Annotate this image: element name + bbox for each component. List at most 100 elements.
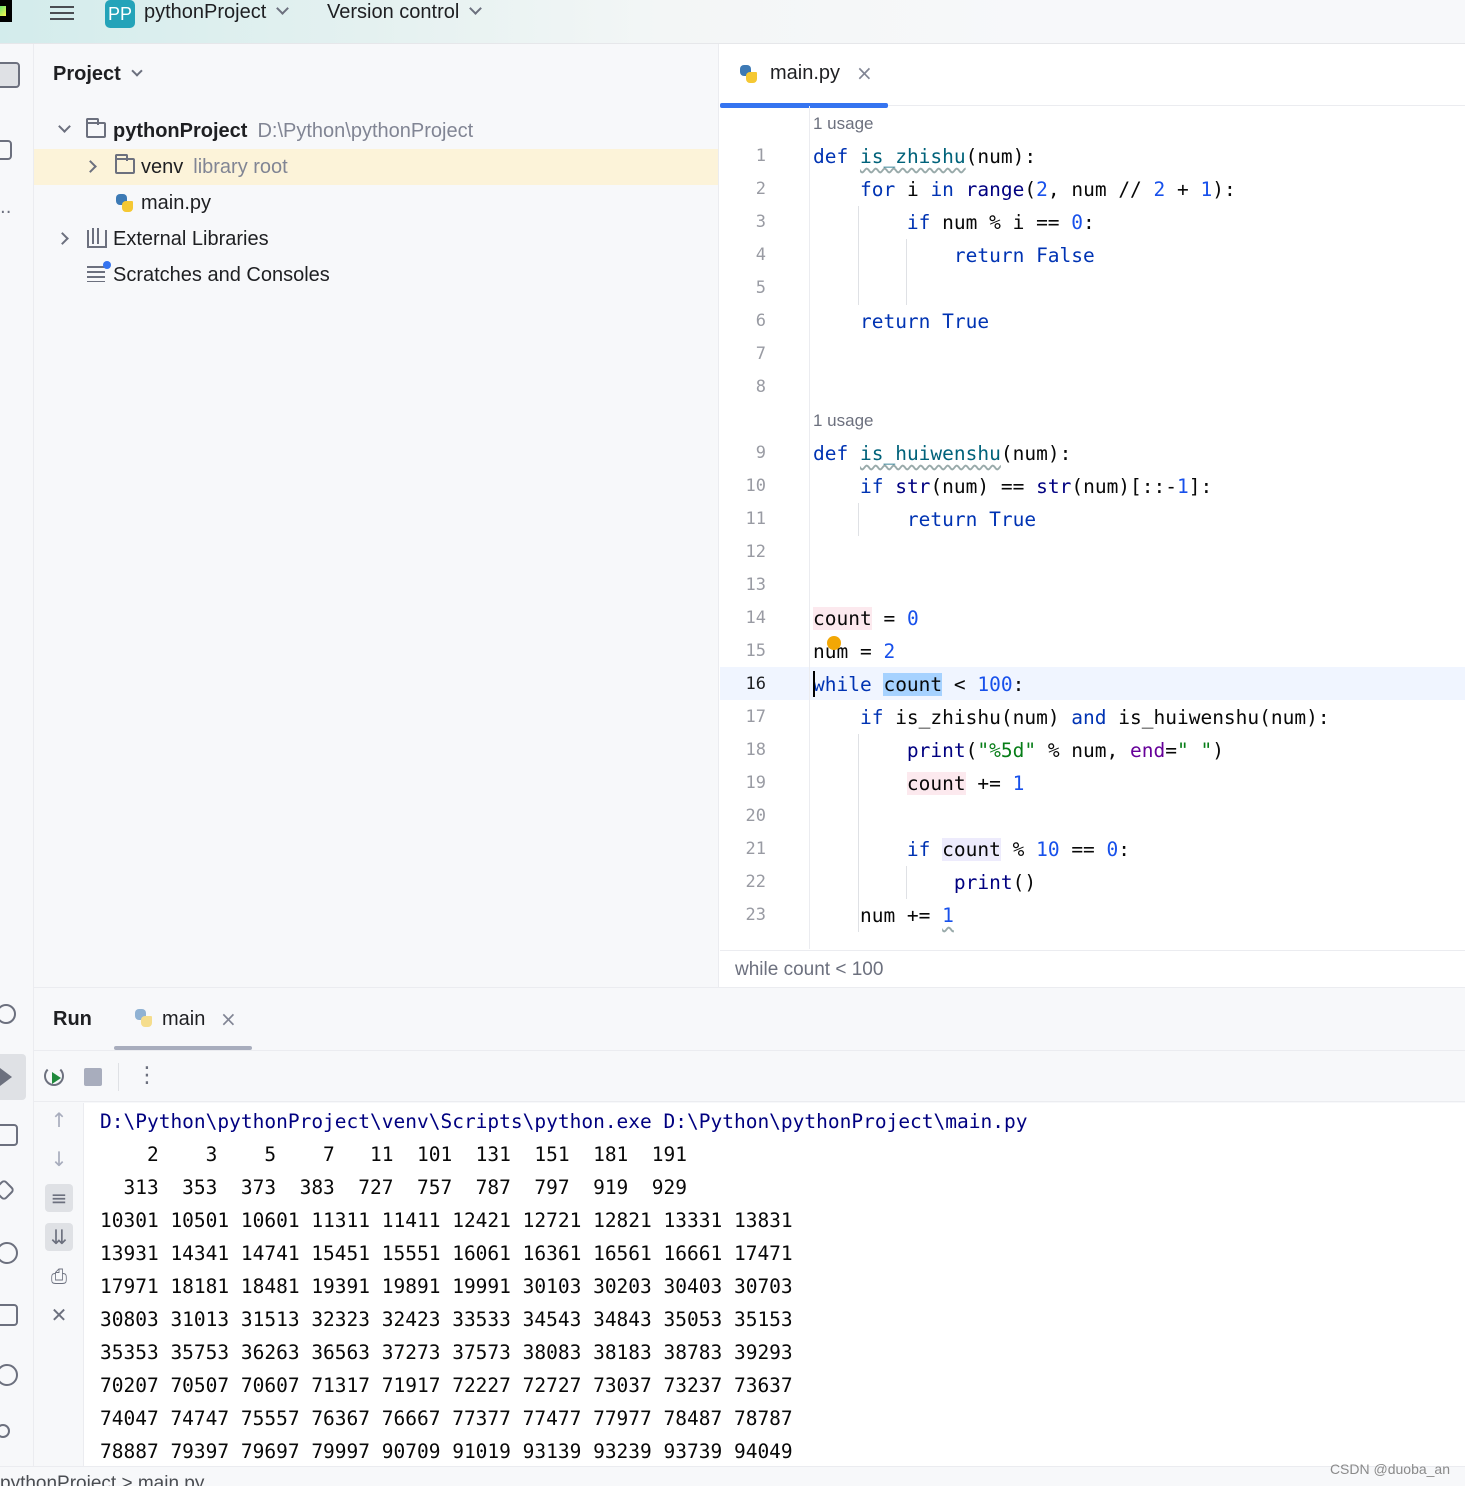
- chevron-down-icon: [131, 65, 143, 77]
- run-tool-window: Run main × ⋮ ↑ ↓ ≡ ⇊ ⎙ ✕ D:\Python\pytho…: [34, 987, 1465, 1467]
- watermark: CSDN @duoba_an: [1329, 1461, 1450, 1477]
- chevron-down-icon: [276, 2, 290, 15]
- breadcrumb-item[interactable]: while count < 100: [735, 959, 883, 981]
- line-number: 12: [745, 542, 766, 562]
- more-tools-icon[interactable]: ··: [0, 202, 11, 223]
- vcs-label: Version control: [327, 1, 460, 23]
- library-icon: [87, 228, 107, 248]
- tree-item-hint: library root: [193, 156, 288, 178]
- stop-icon[interactable]: [84, 1068, 102, 1086]
- code-line-14: count = 0: [813, 607, 919, 630]
- scroll-to-end-icon[interactable]: ⇊: [45, 1223, 73, 1251]
- folder-icon: [115, 154, 135, 174]
- collapse-arrow-icon[interactable]: [84, 160, 97, 173]
- project-name: pythonProject: [144, 1, 267, 23]
- expand-arrow-icon[interactable]: [58, 120, 71, 133]
- line-number: 19: [745, 773, 766, 793]
- intention-bulb-icon[interactable]: [827, 636, 841, 650]
- close-icon[interactable]: ×: [220, 1007, 237, 1031]
- console-output[interactable]: D:\Python\pythonProject\venv\Scripts\pyt…: [84, 1103, 1465, 1467]
- project-view-selector[interactable]: Project: [53, 63, 143, 86]
- line-number: 8: [755, 377, 766, 397]
- editor-tab-bar: main.py ×: [720, 44, 1465, 108]
- scroll-up-icon[interactable]: ↑: [45, 1106, 73, 1134]
- line-number: 2: [755, 179, 766, 199]
- console-output-line: 313 353 373 383 727 757 787 797 919 929: [100, 1176, 687, 1199]
- tree-item-external-libraries[interactable]: External Libraries: [34, 221, 718, 257]
- active-tab-indicator: [720, 103, 888, 108]
- close-icon[interactable]: ×: [856, 61, 873, 85]
- line-number-current: 16: [745, 674, 766, 694]
- line-number: 9: [755, 443, 766, 463]
- tab-main-py[interactable]: main.py ×: [720, 44, 888, 108]
- code-line-2: for i in range(2, num // 2 + 1):: [859, 178, 1236, 201]
- project-badge[interactable]: PP: [105, 0, 135, 28]
- line-number: 22: [745, 872, 766, 892]
- tree-item-main-py[interactable]: main.py: [34, 185, 718, 221]
- project-switcher[interactable]: pythonProject: [144, 1, 290, 24]
- line-number: 15: [745, 641, 766, 661]
- trash-icon[interactable]: ✕: [45, 1301, 73, 1329]
- console-output-line: 13931 14341 14741 15451 15551 16061 1636…: [100, 1242, 793, 1265]
- console-output-line: 17971 18181 18481 19391 19891 19991 3010…: [100, 1275, 793, 1298]
- tree-item-label: Scratches and Consoles: [113, 264, 330, 286]
- layers-icon[interactable]: [0, 1178, 16, 1202]
- line-number: 14: [745, 608, 766, 628]
- more-options-icon[interactable]: ⋮: [136, 1062, 158, 1090]
- usage-hint[interactable]: 1 usage: [813, 111, 874, 137]
- editor-breadcrumb: while count < 100: [720, 950, 1465, 987]
- run-toolbar: ⋮: [34, 1050, 1465, 1102]
- line-number: 21: [745, 839, 766, 859]
- code-line-1: def is_zhishu(num):: [813, 145, 1037, 168]
- console-output-line: 10301 10501 10601 11311 11411 12421 1272…: [100, 1209, 793, 1232]
- console-command: D:\Python\pythonProject\venv\Scripts\pyt…: [100, 1110, 1028, 1133]
- console-output-line: 30803 31013 31513 32323 32423 33533 3454…: [100, 1308, 793, 1331]
- git-icon[interactable]: [0, 1424, 10, 1438]
- status-bar: pythonProject > main.py: [0, 1466, 1465, 1486]
- code-line-17: if is_zhishu(num) and is_huiwenshu(num):: [859, 706, 1330, 729]
- problems-icon[interactable]: [0, 1364, 18, 1386]
- tab-label: main.py: [770, 62, 841, 84]
- tree-item-label: venv: [141, 156, 184, 178]
- line-number: 17: [745, 707, 766, 727]
- line-number: 23: [745, 905, 766, 925]
- tree-item-venv[interactable]: venv library root: [34, 149, 718, 185]
- console-output-line: 74047 74747 75557 76367 76667 77377 7747…: [100, 1407, 793, 1430]
- project-tool-window: Project pythonProject D:\Python\pythonPro…: [34, 44, 719, 987]
- collapse-arrow-icon[interactable]: [56, 232, 69, 245]
- version-control-menu[interactable]: Version control: [327, 1, 483, 24]
- print-icon[interactable]: ⎙: [45, 1262, 73, 1290]
- scroll-down-icon[interactable]: ↓: [45, 1145, 73, 1173]
- code-line-23: num += 1: [813, 904, 954, 927]
- project-tool-icon[interactable]: [0, 62, 20, 88]
- main-menu-icon[interactable]: [48, 2, 76, 26]
- line-number: 11: [745, 509, 766, 529]
- rerun-icon[interactable]: [44, 1066, 64, 1086]
- code-editor[interactable]: main.py × 1 2 3 4 5 6 7 8 9 10 11 12 13 …: [720, 44, 1465, 987]
- tree-item-scratches[interactable]: Scratches and Consoles: [34, 257, 718, 293]
- code-line-10: if str(num) == str(num)[::-1]:: [859, 475, 1213, 498]
- tree-item-pythonproject[interactable]: pythonProject D:\Python\pythonProject: [34, 113, 718, 149]
- python-packages-icon[interactable]: [0, 1124, 18, 1146]
- console-output-line: 70207 70507 70607 71317 71917 72227 7272…: [100, 1374, 793, 1397]
- toolbar-separator: [118, 1063, 119, 1091]
- line-number: 18: [745, 740, 766, 760]
- line-number: 6: [755, 311, 766, 331]
- services-icon[interactable]: [0, 1242, 18, 1264]
- tree-item-label: main.py: [141, 192, 212, 214]
- chevron-down-icon: [469, 2, 483, 15]
- debug-tool-icon[interactable]: [0, 1004, 16, 1024]
- soft-wrap-icon[interactable]: ≡: [45, 1184, 73, 1212]
- run-tab-main[interactable]: main ×: [114, 988, 252, 1050]
- console-output-line: 35353 35753 36263 36563 37273 37573 3808…: [100, 1341, 793, 1364]
- line-number: 1: [755, 146, 766, 166]
- code-line-4: return False: [953, 244, 1095, 267]
- terminal-icon[interactable]: [0, 1304, 18, 1326]
- status-breadcrumb[interactable]: pythonProject > main.py: [0, 1473, 204, 1486]
- line-number: 3: [755, 212, 766, 232]
- code-line-16: while count < 100:: [813, 673, 1025, 696]
- structure-tool-icon[interactable]: [0, 140, 12, 160]
- usage-hint[interactable]: 1 usage: [813, 408, 874, 434]
- run-tool-icon[interactable]: [0, 1054, 26, 1100]
- python-file-icon: [133, 1008, 153, 1028]
